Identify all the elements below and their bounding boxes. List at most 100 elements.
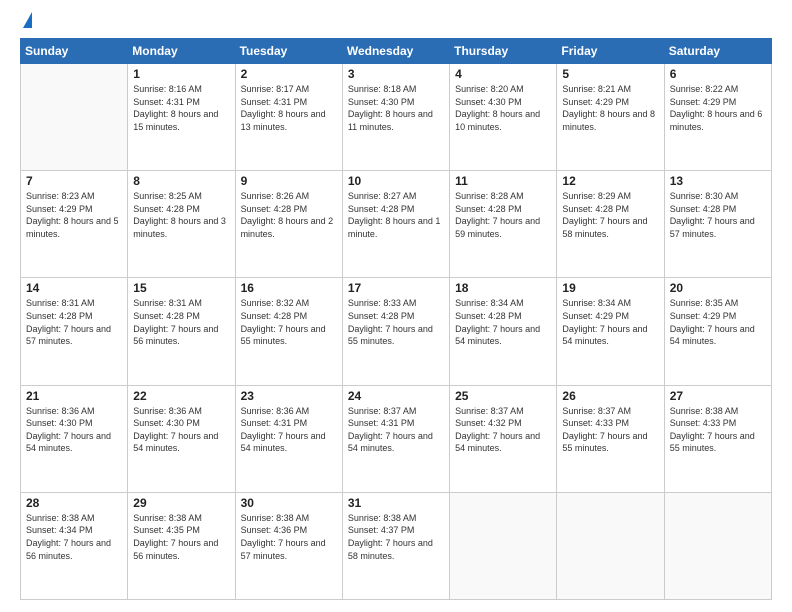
calendar-cell: 31 Sunrise: 8:38 AMSunset: 4:37 PMDayligh… (342, 492, 449, 599)
calendar-cell: 2Sunrise: 8:17 AMSunset: 4:31 PMDaylight… (235, 64, 342, 171)
day-info: Sunrise: 8:37 AMSunset: 4:33 PMDaylight:… (562, 405, 658, 455)
calendar-cell: 5 Sunrise: 8:21 AMSunset: 4:29 PMDaylight… (557, 64, 664, 171)
day-number: 2 (241, 67, 337, 81)
calendar-cell: 18 Sunrise: 8:34 AMSunset: 4:28 PMDayligh… (450, 278, 557, 385)
day-number: 1 (133, 67, 229, 81)
logo-icon (23, 12, 32, 28)
day-info: Sunrise: 8:22 AMSunset: 4:29 PMDaylight:… (670, 83, 766, 133)
day-info: Sunrise: 8:28 AMSunset: 4:28 PMDaylight:… (455, 190, 551, 240)
calendar-cell (557, 492, 664, 599)
calendar-cell: 30Sunrise: 8:38 AMSunset: 4:36 PMDayligh… (235, 492, 342, 599)
day-number: 20 (670, 281, 766, 295)
calendar-cell: 20 Sunrise: 8:35 AMSunset: 4:29 PMDayligh… (664, 278, 771, 385)
page: SundayMondayTuesdayWednesdayThursdayFrid… (0, 0, 792, 612)
day-number: 23 (241, 389, 337, 403)
day-info: Sunrise: 8:38 AMSunset: 4:33 PMDaylight:… (670, 405, 766, 455)
calendar-cell: 24 Sunrise: 8:37 AMSunset: 4:31 PMDayligh… (342, 385, 449, 492)
day-info: Sunrise: 8:30 AMSunset: 4:28 PMDaylight:… (670, 190, 766, 240)
day-info: Sunrise: 8:37 AMSunset: 4:31 PMDaylight:… (348, 405, 444, 455)
calendar-cell: 28 Sunrise: 8:38 AMSunset: 4:34 PMDayligh… (21, 492, 128, 599)
day-info: Sunrise: 8:36 AMSunset: 4:31 PMDaylight:… (241, 405, 337, 455)
day-number: 30 (241, 496, 337, 510)
day-number: 27 (670, 389, 766, 403)
calendar-week-2: 14 Sunrise: 8:31 AMSunset: 4:28 PMDayligh… (21, 278, 772, 385)
day-number: 10 (348, 174, 444, 188)
calendar-cell: 15 Sunrise: 8:31 AMSunset: 4:28 PMDayligh… (128, 278, 235, 385)
day-info: Sunrise: 8:38 AMSunset: 4:37 PMDaylight:… (348, 512, 444, 562)
calendar-cell (450, 492, 557, 599)
day-number: 28 (26, 496, 122, 510)
day-info: Sunrise: 8:38 AMSunset: 4:34 PMDaylight:… (26, 512, 122, 562)
calendar-cell: 25 Sunrise: 8:37 AMSunset: 4:32 PMDayligh… (450, 385, 557, 492)
day-number: 18 (455, 281, 551, 295)
calendar-week-1: 7 Sunrise: 8:23 AMSunset: 4:29 PMDaylight… (21, 171, 772, 278)
day-info: Sunrise: 8:35 AMSunset: 4:29 PMDaylight:… (670, 297, 766, 347)
day-number: 6 (670, 67, 766, 81)
day-info: Sunrise: 8:23 AMSunset: 4:29 PMDaylight:… (26, 190, 122, 240)
header (20, 16, 772, 28)
day-number: 5 (562, 67, 658, 81)
day-number: 19 (562, 281, 658, 295)
day-number: 7 (26, 174, 122, 188)
day-header-wednesday: Wednesday (342, 39, 449, 64)
calendar-week-0: 1Sunrise: 8:16 AMSunset: 4:31 PMDaylight… (21, 64, 772, 171)
day-info: Sunrise: 8:25 AMSunset: 4:28 PMDaylight:… (133, 190, 229, 240)
day-info: Sunrise: 8:29 AMSunset: 4:28 PMDaylight:… (562, 190, 658, 240)
day-number: 8 (133, 174, 229, 188)
day-info: Sunrise: 8:37 AMSunset: 4:32 PMDaylight:… (455, 405, 551, 455)
calendar-cell: 11Sunrise: 8:28 AMSunset: 4:28 PMDayligh… (450, 171, 557, 278)
day-info: Sunrise: 8:33 AMSunset: 4:28 PMDaylight:… (348, 297, 444, 347)
calendar-cell: 23 Sunrise: 8:36 AMSunset: 4:31 PMDayligh… (235, 385, 342, 492)
day-number: 21 (26, 389, 122, 403)
day-info: Sunrise: 8:20 AMSunset: 4:30 PMDaylight:… (455, 83, 551, 133)
calendar-week-4: 28 Sunrise: 8:38 AMSunset: 4:34 PMDayligh… (21, 492, 772, 599)
day-number: 22 (133, 389, 229, 403)
day-header-saturday: Saturday (664, 39, 771, 64)
calendar-cell: 13 Sunrise: 8:30 AMSunset: 4:28 PMDayligh… (664, 171, 771, 278)
day-info: Sunrise: 8:27 AMSunset: 4:28 PMDaylight:… (348, 190, 444, 240)
calendar-cell: 12 Sunrise: 8:29 AMSunset: 4:28 PMDayligh… (557, 171, 664, 278)
day-header-sunday: Sunday (21, 39, 128, 64)
day-number: 25 (455, 389, 551, 403)
calendar-table: SundayMondayTuesdayWednesdayThursdayFrid… (20, 38, 772, 600)
calendar-cell: 4 Sunrise: 8:20 AMSunset: 4:30 PMDaylight… (450, 64, 557, 171)
day-info: Sunrise: 8:21 AMSunset: 4:29 PMDaylight:… (562, 83, 658, 133)
calendar-cell: 14 Sunrise: 8:31 AMSunset: 4:28 PMDayligh… (21, 278, 128, 385)
calendar-cell: 22 Sunrise: 8:36 AMSunset: 4:30 PMDayligh… (128, 385, 235, 492)
day-header-friday: Friday (557, 39, 664, 64)
day-number: 26 (562, 389, 658, 403)
day-number: 12 (562, 174, 658, 188)
calendar-cell: 7 Sunrise: 8:23 AMSunset: 4:29 PMDaylight… (21, 171, 128, 278)
day-info: Sunrise: 8:36 AMSunset: 4:30 PMDaylight:… (133, 405, 229, 455)
calendar-cell: 27 Sunrise: 8:38 AMSunset: 4:33 PMDayligh… (664, 385, 771, 492)
day-number: 17 (348, 281, 444, 295)
day-info: Sunrise: 8:38 AMSunset: 4:35 PMDaylight:… (133, 512, 229, 562)
day-info: Sunrise: 8:26 AMSunset: 4:28 PMDaylight:… (241, 190, 337, 240)
day-info: Sunrise: 8:34 AMSunset: 4:29 PMDaylight:… (562, 297, 658, 347)
day-number: 14 (26, 281, 122, 295)
day-header-monday: Monday (128, 39, 235, 64)
calendar-cell: 21Sunrise: 8:36 AMSunset: 4:30 PMDayligh… (21, 385, 128, 492)
calendar-cell (664, 492, 771, 599)
day-header-tuesday: Tuesday (235, 39, 342, 64)
calendar-cell: 19 Sunrise: 8:34 AMSunset: 4:29 PMDayligh… (557, 278, 664, 385)
day-number: 15 (133, 281, 229, 295)
day-number: 31 (348, 496, 444, 510)
day-number: 4 (455, 67, 551, 81)
day-number: 16 (241, 281, 337, 295)
day-info: Sunrise: 8:34 AMSunset: 4:28 PMDaylight:… (455, 297, 551, 347)
day-number: 3 (348, 67, 444, 81)
calendar-cell (21, 64, 128, 171)
day-info: Sunrise: 8:31 AMSunset: 4:28 PMDaylight:… (133, 297, 229, 347)
day-number: 24 (348, 389, 444, 403)
day-info: Sunrise: 8:31 AMSunset: 4:28 PMDaylight:… (26, 297, 122, 347)
calendar-cell: 17 Sunrise: 8:33 AMSunset: 4:28 PMDayligh… (342, 278, 449, 385)
calendar-cell: 3Sunrise: 8:18 AMSunset: 4:30 PMDaylight… (342, 64, 449, 171)
calendar-cell: 8 Sunrise: 8:25 AMSunset: 4:28 PMDaylight… (128, 171, 235, 278)
calendar-cell: 29Sunrise: 8:38 AMSunset: 4:35 PMDayligh… (128, 492, 235, 599)
calendar-cell: 6 Sunrise: 8:22 AMSunset: 4:29 PMDaylight… (664, 64, 771, 171)
calendar-cell: 26 Sunrise: 8:37 AMSunset: 4:33 PMDayligh… (557, 385, 664, 492)
day-number: 13 (670, 174, 766, 188)
calendar-cell: 10 Sunrise: 8:27 AMSunset: 4:28 PMDayligh… (342, 171, 449, 278)
calendar-header-row: SundayMondayTuesdayWednesdayThursdayFrid… (21, 39, 772, 64)
